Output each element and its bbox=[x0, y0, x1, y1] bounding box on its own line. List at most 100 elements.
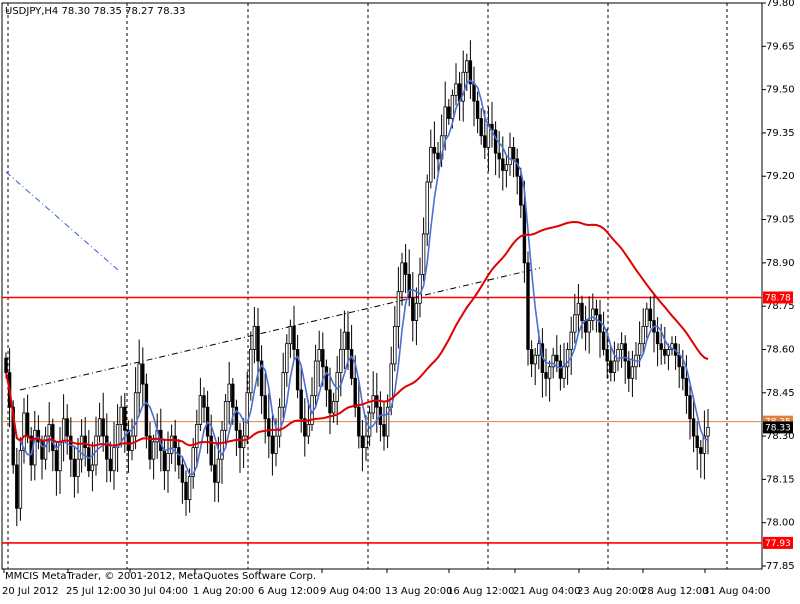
candle-body-bear bbox=[479, 118, 483, 137]
candle-body-bear bbox=[594, 308, 599, 316]
candle-body-bear bbox=[123, 406, 127, 431]
candle-body-bull bbox=[562, 366, 566, 379]
candle-body-bear bbox=[447, 106, 451, 119]
candle-body-bull bbox=[79, 435, 84, 460]
candle-body-bull bbox=[331, 401, 336, 414]
candle-body-bull bbox=[371, 395, 375, 414]
candle-body-bear bbox=[108, 458, 113, 472]
candle-body-bull bbox=[637, 343, 642, 356]
x-tick-label: 31 Aug 04:00 bbox=[703, 586, 770, 597]
candle-body-bear bbox=[4, 357, 8, 373]
candle-body-bear bbox=[357, 406, 361, 437]
candle-body-bull bbox=[454, 83, 458, 96]
candle-body-bull bbox=[666, 349, 671, 356]
candle-body-bear bbox=[346, 331, 350, 350]
candle-body-bull bbox=[641, 325, 645, 345]
candle-body-bear bbox=[328, 389, 332, 414]
candle-body-bear bbox=[677, 354, 681, 368]
candle-body-bear bbox=[299, 389, 303, 420]
candle-body-bear bbox=[231, 383, 235, 408]
candle-body-bear bbox=[321, 349, 325, 368]
candle-body-bear bbox=[558, 360, 563, 379]
candle-body-bull bbox=[198, 395, 203, 425]
candle-body-bear bbox=[555, 354, 559, 362]
price-tag-label: 78.33 bbox=[765, 423, 791, 433]
candle-body-bull bbox=[241, 435, 246, 449]
candle-body-bear bbox=[691, 418, 696, 437]
candle-body-bull bbox=[504, 164, 509, 171]
candle-body-bull bbox=[429, 146, 433, 183]
candle-body-bear bbox=[519, 175, 523, 206]
candle-body-bear bbox=[101, 418, 105, 437]
candle-body-bull bbox=[227, 383, 231, 402]
candle-body-bull bbox=[364, 435, 368, 449]
candle-body-bull bbox=[393, 325, 397, 365]
y-tick-label: 79.65 bbox=[766, 41, 795, 52]
x-tick-label: 13 Aug 20:00 bbox=[385, 586, 452, 597]
candle-body-bull bbox=[216, 458, 221, 483]
candle-body-bull bbox=[591, 308, 595, 321]
candle-body-bear bbox=[511, 146, 516, 160]
candle[interactable] bbox=[526, 251, 530, 366]
x-tick-label: 25 Jul 12:00 bbox=[66, 586, 126, 597]
candle-body-bear bbox=[213, 464, 217, 483]
candle-body-bear bbox=[472, 83, 476, 102]
candle-body-bear bbox=[72, 458, 77, 477]
y-tick-label: 78.00 bbox=[766, 518, 795, 529]
candle-body-bear bbox=[648, 308, 653, 321]
x-tick-label: 9 Aug 04:00 bbox=[320, 586, 381, 597]
candle-body-bull bbox=[223, 401, 228, 431]
candle-body-bear bbox=[51, 424, 55, 451]
candle-body-bear bbox=[65, 418, 69, 437]
y-tick-label: 78.90 bbox=[766, 258, 795, 269]
x-tick-label: 30 Jul 04:00 bbox=[128, 586, 188, 597]
candle-body-bear bbox=[684, 377, 689, 397]
chart-canvas[interactable]: 79.8079.6579.5079.3579.2079.0578.9078.75… bbox=[0, 0, 800, 600]
candle-body-bear bbox=[292, 325, 296, 350]
candle-body-bull bbox=[418, 273, 422, 304]
candle-body-bear bbox=[184, 481, 188, 500]
price-tag: 77.93 bbox=[763, 536, 793, 549]
candle-body-bear bbox=[681, 366, 685, 379]
candle-body-bull bbox=[47, 424, 51, 437]
candle-body-bull bbox=[425, 181, 429, 235]
copyright-label: MMCIS MetaTrader, © 2001-2012, MetaQuote… bbox=[5, 571, 316, 582]
price-chart[interactable]: 79.80 79.65 79.50 79.35 79.20 79.05 78.90 78.75… bbox=[0, 0, 800, 600]
candle-body-bear bbox=[180, 464, 185, 483]
candle-body-bull bbox=[317, 349, 321, 362]
candle-body-bear bbox=[688, 395, 692, 420]
candle-body-bull bbox=[396, 291, 401, 327]
y-tick-label: 78.60 bbox=[766, 344, 795, 355]
candle-body-bear bbox=[360, 435, 365, 449]
candle-body-bear bbox=[609, 360, 613, 373]
candle-body-bear bbox=[699, 447, 703, 454]
candle-body-bull bbox=[33, 429, 37, 466]
candle-body-bear bbox=[580, 302, 584, 321]
x-tick-label: 20 Jul 2012 bbox=[2, 586, 59, 597]
candle-body-bear bbox=[69, 435, 73, 460]
candle-body-bear bbox=[493, 129, 498, 154]
candle-body-bear bbox=[270, 435, 275, 454]
y-tick-label: 79.50 bbox=[766, 85, 795, 96]
candle-body-bull bbox=[443, 106, 447, 137]
candle-body-bull bbox=[281, 372, 285, 408]
candle-body-bull bbox=[285, 343, 289, 373]
candle-body-bull bbox=[252, 325, 257, 350]
candle-body-bull bbox=[508, 146, 512, 166]
x-tick-label: 6 Aug 12:00 bbox=[258, 586, 319, 597]
candle-body-bull bbox=[274, 435, 278, 454]
candle-body-bull bbox=[630, 366, 635, 379]
candle-body-bear bbox=[141, 363, 145, 385]
price-tag: 78.33 bbox=[763, 421, 793, 434]
candle-body-bear bbox=[263, 395, 267, 420]
candle-body-bear bbox=[202, 395, 206, 408]
symbol-header: USDJPY,H4 78.30 78.35 78.27 78.33 bbox=[5, 6, 186, 17]
candle-body-bull bbox=[645, 308, 649, 327]
candle-body-bull bbox=[313, 360, 318, 397]
candle-body-bear bbox=[162, 450, 167, 472]
candle-body-bull bbox=[450, 94, 455, 119]
candle-body-bull bbox=[547, 366, 552, 379]
candle-body-bear bbox=[544, 372, 548, 379]
candle-body-bear bbox=[605, 349, 609, 362]
candle-body-bull bbox=[97, 418, 102, 437]
